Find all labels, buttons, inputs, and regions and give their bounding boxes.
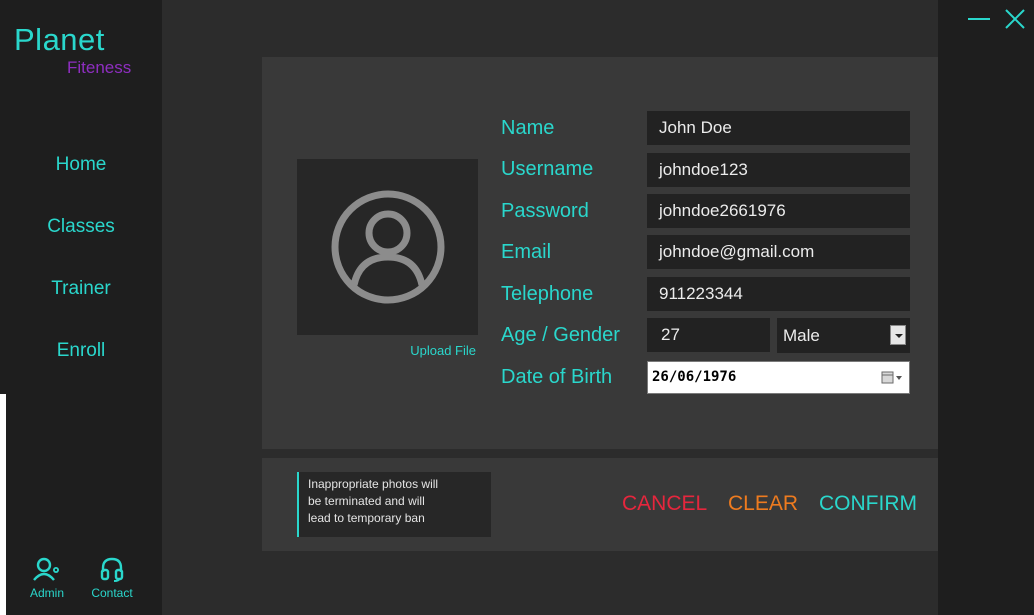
age-field[interactable]: 27 [647,318,770,352]
nav-item-classes[interactable]: Classes [0,216,162,238]
notice-line: be terminated and will [308,494,425,508]
clear-button[interactable]: CLEAR [728,492,798,516]
close-button[interactable] [1002,5,1028,31]
contact-label: Contact [91,586,133,600]
app-logo-title: Planet [14,22,105,57]
admin-label: Admin [29,586,64,600]
close-icon [1005,9,1025,29]
telephone-field[interactable]: 911223344 [647,277,910,311]
profile-photo[interactable] [297,159,478,335]
password-label: Password [501,200,589,222]
contact-button[interactable]: Contact [82,556,142,600]
notice-line: Inappropriate photos will [308,477,439,491]
cancel-button[interactable]: CANCEL [622,492,707,516]
name-field[interactable]: John Doe [647,111,910,145]
password-field[interactable]: johndoe2661976 [647,194,910,228]
minimize-button[interactable] [966,5,992,31]
email-label: Email [501,241,552,263]
sidebar: Planet Fiteness Home Classes Trainer Enr… [0,0,162,615]
minimize-icon [968,18,990,20]
name-label: Name [501,117,555,139]
headset-icon [100,557,124,582]
email-field[interactable]: johndoe@gmail.com [647,235,910,269]
user-gear-icon [33,557,59,581]
photo-warning-notice: Inappropriate photos will be terminated … [297,472,491,537]
nav-item-enroll[interactable]: Enroll [0,340,162,362]
gender-select[interactable]: Male [777,318,910,353]
calendar-icon[interactable] [881,371,903,385]
user-circle-icon [331,190,444,304]
date-of-birth-value: 26/06/1976 [652,369,737,385]
confirm-button[interactable]: CONFIRM [819,492,917,516]
nav-item-trainer[interactable]: Trainer [0,278,162,300]
username-field[interactable]: johndoe123 [647,153,910,187]
username-label: Username [501,158,594,180]
age-gender-label: Age / Gender [501,324,620,346]
telephone-label: Telephone [501,283,594,305]
date-of-birth-picker[interactable]: 26/06/1976 [647,361,910,394]
chevron-down-icon[interactable] [890,325,906,345]
title-bar-strip [938,0,1034,615]
admin-button[interactable]: Admin [17,556,77,600]
dob-label: Date of Birth [501,366,613,388]
nav-item-home[interactable]: Home [0,154,162,176]
gender-value: Male [783,326,820,345]
app-logo-subtitle: Fiteness [67,58,132,77]
notice-line: lead to temporary ban [308,511,425,525]
upload-file-link[interactable]: Upload File [370,343,476,358]
